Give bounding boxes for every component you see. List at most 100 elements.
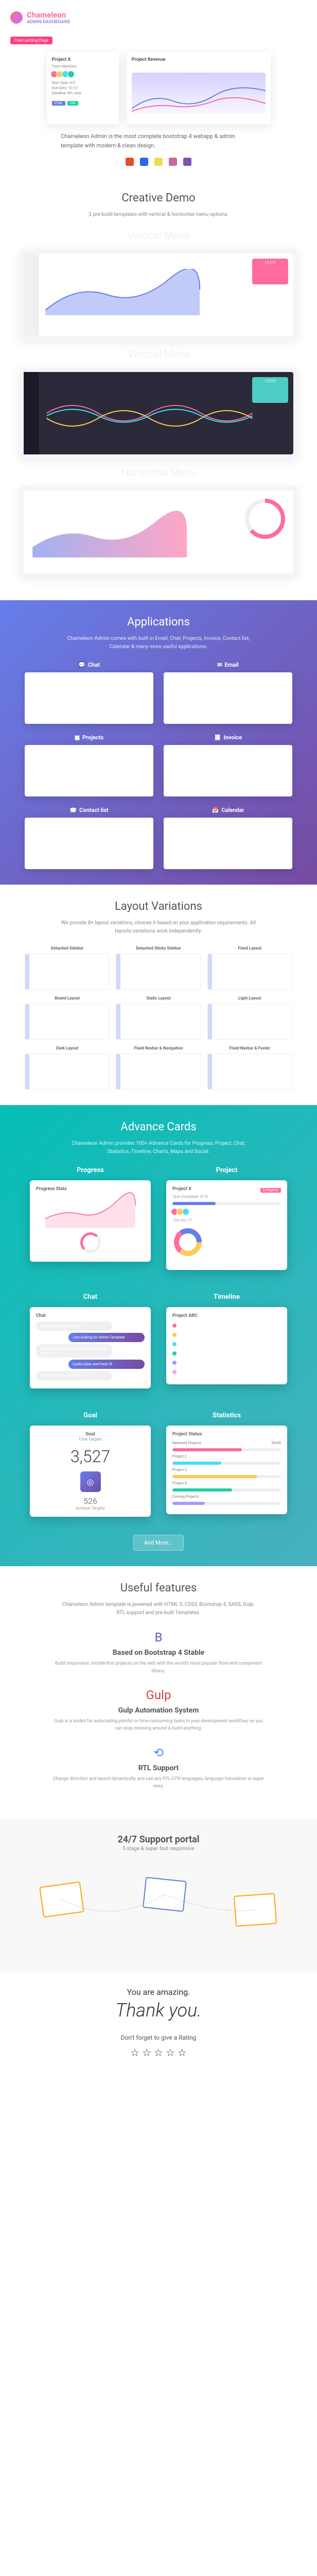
timeline-item: User 6 started task [172,1369,281,1374]
app-thumb [25,818,153,869]
goal-card: Goal Total Targets 3,527 ◎ 526 Achieve T… [30,1426,151,1517]
star-icon[interactable]: ☆ [166,2046,175,2059]
creative-sub: 3 pre-build templates with vertical & ho… [61,211,256,219]
layout-item[interactable]: Fixed Navbar & Navigation [116,1046,201,1090]
layout-thumb [116,1004,201,1040]
stat-row: Project 2 [172,1454,281,1465]
layouts-sub: We provide 8+ layout variations, choose … [61,919,256,936]
app-icon: ☎ [69,807,77,814]
stats-card: Project Status Released Projects54/85Pro… [166,1426,287,1514]
amazing-text: You are amazing. [10,1987,307,1997]
timeline-item: User 3 uploaded 3 files [172,1341,281,1346]
timeline-item: User 2 posted a comment [172,1332,281,1337]
advance-cards-section: Advance Cards Chameleon Admin provides 1… [0,1105,317,1566]
feature-icon: Gulp [50,1688,267,1702]
app-calendar[interactable]: 📅 Calendar [164,807,292,869]
feature-block: ⟲RTL SupportChange direction and layout … [50,1745,267,1790]
rating-stars[interactable]: ☆ ☆ ☆ ☆ ☆ [10,2046,307,2059]
stat-row: Released Projects54/85 [172,1441,281,1451]
stat-row: Project 4 [172,1481,281,1492]
progress-card: Progress Stats [30,1180,151,1262]
layout-thumb [116,1054,201,1090]
app-icon: ✉ [217,662,222,668]
layout-item[interactable]: Detached Sticky Sidebar [116,946,201,990]
app-chat[interactable]: 💬 Chat [25,662,153,724]
thanks-text: Thank you. [10,1999,307,2021]
app-icon: ▦ [75,734,80,741]
demo-horizontal[interactable] [20,486,297,577]
chart-title: Project Revenue [132,57,266,62]
intro-text: Chameleon Admin is the most complete boo… [61,132,256,150]
progress-chart [36,1192,145,1228]
project-card: Project X Team Members Start Date: 4/5 D… [47,52,119,124]
chat-bubble: Hello, How can I help you? [36,1321,112,1331]
project-x-card: Project X In Progress Task Completed: 4/… [166,1180,287,1270]
chat-bubble: Looks clean and fresh UI [68,1360,145,1369]
thanks-section: You are amazing. Thank you. Don't forget… [0,1972,317,2074]
layout-item[interactable]: Detached Sidebar [25,946,110,990]
sass-icon [169,158,177,166]
layout-thumb [25,954,110,990]
app-contact-list[interactable]: ☎ Contact list [25,807,153,869]
gauge-chart [242,496,288,542]
apps-sub: Chameleon Admin comes with built in Emai… [61,635,256,651]
layout-item[interactable]: Boxed Layout [25,996,110,1040]
features-title: Useful features [10,1582,307,1595]
app-thumb [164,818,292,869]
bootstrap-icon [183,158,191,166]
creative-demo-section: Creative Demo 3 pre-build templates with… [0,176,317,600]
chat-card: Chat Hello, How can I help you?I am look… [30,1307,151,1388]
col-goal: Goal [30,1412,151,1419]
layout-thumb [207,1004,292,1040]
star-icon[interactable]: ☆ [154,2046,163,2059]
timeline-item: User 4 started task [172,1350,281,1355]
cards-sub: Chameleon Admin provides 100+ Advance Ca… [61,1140,256,1156]
landing-badge[interactable]: Free Landing Page [10,37,52,44]
and-more-button[interactable]: And More... [133,1535,184,1551]
app-email[interactable]: ✉ Email [164,662,292,724]
layout-item[interactable]: Dark Layout [25,1046,110,1090]
demo-vertical-1[interactable]: 12,515 [20,249,297,340]
dotted-lines [10,1863,307,1956]
chat-bubble: Chameleon Admin Template is responsive t… [36,1344,112,1358]
app-projects[interactable]: ▦ Projects [25,734,153,796]
timeline-item: User 5 finished task [172,1360,281,1365]
col-timeline: Timeline [166,1293,287,1301]
support-title: 24/7 Support portal [10,1834,307,1845]
star-icon[interactable]: ☆ [178,2046,187,2059]
col-stats: Statistics [166,1412,287,1419]
app-icon: 🧾 [214,734,221,741]
support-section: 24/7 Support portal 5 stage & super fast… [0,1819,317,1972]
layout-thumb [207,1054,292,1090]
progress-ring [80,1232,101,1253]
css3-icon [140,158,148,166]
feature-icon: B [50,1630,267,1645]
layout-item[interactable]: Static Layout [116,996,201,1040]
wave-chart [42,387,257,439]
layout-item[interactable]: Fixed Navbar & Footer [207,1046,292,1090]
features-section: Useful features Chameleon Admin template… [0,1566,317,1818]
brand-sub: ADMIN DASHBOARD [27,20,70,25]
project-title: Project X [52,57,114,62]
timeline-item: User 1 updated the status [172,1323,281,1328]
stat-row: Coming Projects [172,1495,281,1505]
app-icon: 💬 [78,662,85,668]
stat-row: Project 3 [172,1468,281,1478]
layout-thumb [116,954,201,990]
layout-item[interactable]: Light Layout [207,996,292,1040]
feature-icon: ⟲ [50,1745,267,1760]
star-icon[interactable]: ☆ [130,2046,139,2059]
star-icon[interactable]: ☆ [142,2046,151,2059]
rating-prompt: Don't forget to give a Rating [10,2034,307,2041]
apps-title: Applications [10,616,307,629]
html5-icon [126,158,134,166]
area-chart [42,269,203,315]
logo: Chameleon ADMIN DASHBOARD [10,10,307,25]
demo-vertical-dark[interactable]: 12,515 [20,368,297,459]
avatar-row [52,71,114,78]
app-thumb [25,672,153,724]
app-thumb [25,745,153,796]
hero-section: Chameleon ADMIN DASHBOARD Free Landing P… [0,0,317,176]
layout-item[interactable]: Fixed Layout [207,946,292,990]
app-invoice[interactable]: 🧾 Invoice [164,734,292,796]
